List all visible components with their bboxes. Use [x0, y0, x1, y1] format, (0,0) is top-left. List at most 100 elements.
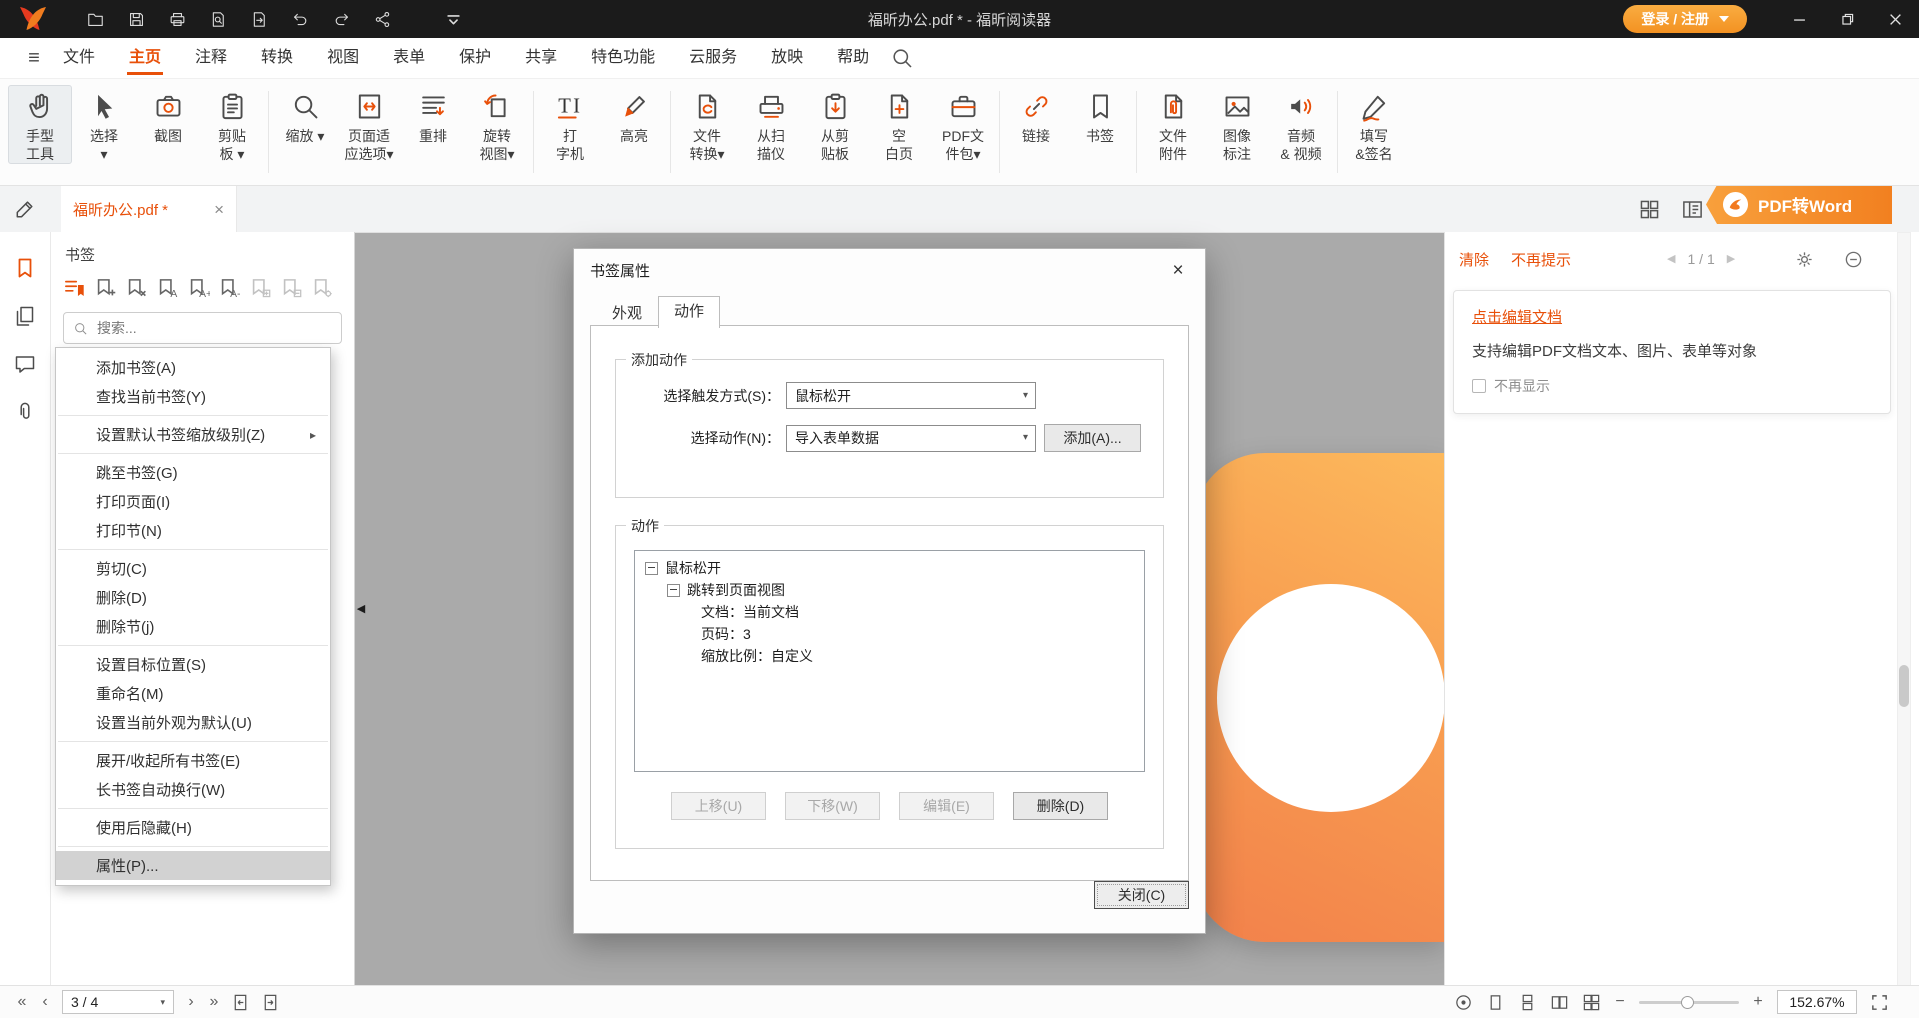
next-tip-icon[interactable]: ▶ [1727, 254, 1735, 265]
menu-file[interactable]: 文件 [46, 38, 112, 78]
reading-mode-icon[interactable] [1454, 993, 1473, 1012]
minimize-button[interactable] [1775, 0, 1823, 38]
dialog-close-icon[interactable]: × [1167, 261, 1189, 280]
menu-item-add-bookmark[interactable]: 添加书签(A) [56, 353, 330, 382]
menu-item-find-current-bookmark[interactable]: 查找当前书签(Y) [56, 382, 330, 411]
menu-item-rename[interactable]: 重命名(M) [56, 679, 330, 708]
ribbon-convert[interactable]: 文件转换▾ [675, 85, 739, 164]
menu-cloud[interactable]: 云服务 [672, 38, 754, 78]
menu-item-expand-collapse-all[interactable]: 展开/收起所有书签(E) [56, 746, 330, 775]
menu-item-set-appearance-default[interactable]: 设置当前外观为默认(U) [56, 708, 330, 737]
menu-form[interactable]: 表单 [376, 38, 442, 78]
undo-button[interactable] [283, 5, 317, 33]
menu-comment[interactable]: 注释 [178, 38, 244, 78]
bookmark-letter-plus-icon[interactable]: A+ [187, 277, 210, 300]
open-file-button[interactable] [78, 5, 112, 33]
zoom-slider-thumb[interactable] [1681, 996, 1694, 1009]
dialog-titlebar[interactable]: 书签属性 × [574, 249, 1205, 291]
share-button[interactable] [365, 5, 399, 33]
continuous-facing-icon[interactable] [1582, 993, 1601, 1012]
ribbon-hand-tool[interactable]: 手型工具 [8, 85, 72, 164]
dont-show-checkbox[interactable] [1472, 379, 1486, 393]
add-action-button[interactable]: 添加(A)... [1044, 424, 1141, 452]
hamburger-icon[interactable]: ≡ [22, 48, 46, 68]
caret-down-icon[interactable]: ▾ [160, 998, 165, 1007]
tree-item-document[interactable]: 文档：当前文档 [635, 601, 1144, 623]
close-dialog-button[interactable]: 关闭(C) [1094, 881, 1189, 909]
ribbon-select[interactable]: 选择▾ [72, 85, 136, 164]
zoom-level-input[interactable]: 152.67% [1777, 990, 1857, 1014]
vertical-scrollbar[interactable] [1897, 232, 1911, 986]
ribbon-blank-page[interactable]: 空白页 [867, 85, 931, 164]
zoom-in-button[interactable]: + [1752, 994, 1764, 1010]
menu-present[interactable]: 放映 [754, 38, 820, 78]
attachments-panel-icon[interactable] [13, 400, 37, 424]
zoom-slider[interactable] [1639, 1001, 1739, 1004]
print-button[interactable] [160, 5, 194, 33]
menu-item-print-page[interactable]: 打印页面(I) [56, 487, 330, 516]
continuous-page-icon[interactable] [1518, 993, 1537, 1012]
menu-item-default-zoom-level[interactable]: 设置默认书签缩放级别(Z)▸ [56, 420, 330, 449]
delete-action-button[interactable]: 删除(D) [1013, 792, 1108, 820]
move-up-button[interactable]: 上移(U) [671, 792, 766, 820]
grid-view-icon[interactable] [1638, 198, 1661, 221]
pdf-to-word-button[interactable]: PDF转Word [1706, 185, 1892, 224]
next-page-button[interactable]: › [185, 994, 197, 1010]
prev-tip-icon[interactable]: ◀ [1667, 254, 1675, 265]
bookmark-search-box[interactable] [63, 312, 342, 344]
ribbon-zoom[interactable]: 缩放 ▾ [273, 85, 337, 164]
action-select[interactable]: 导入表单数据 ▾ [786, 425, 1036, 452]
tree-item-goto-view[interactable]: 跳转到页面视图 [635, 579, 1144, 601]
move-down-button[interactable]: 下移(W) [785, 792, 880, 820]
bookmark-search-input[interactable] [95, 319, 332, 337]
menu-item-hide-after-use[interactable]: 使用后隐藏(H) [56, 813, 330, 842]
dont-show-option[interactable]: 不再显示 [1472, 376, 1872, 396]
ribbon-file-attachment[interactable]: 文件附件 [1141, 85, 1205, 164]
clear-link[interactable]: 清除 [1459, 249, 1489, 270]
delete-bookmark-icon[interactable] [125, 277, 148, 300]
tree-item-page[interactable]: 页码：3 [635, 623, 1144, 645]
redo-button[interactable] [324, 5, 358, 33]
document-tab[interactable]: 福昕办公.pdf * × [61, 186, 237, 232]
ribbon-audio-video[interactable]: 音频& 视频 [1269, 85, 1333, 164]
tab-actions[interactable]: 动作 [658, 296, 720, 328]
next-view-icon[interactable] [261, 993, 280, 1012]
ribbon-from-scanner[interactable]: 从扫描仪 [739, 85, 803, 164]
pencil-icon[interactable] [13, 197, 37, 221]
tree-item-zoom[interactable]: 缩放比例：自定义 [635, 645, 1144, 667]
scrollbar-thumb[interactable] [1899, 665, 1909, 707]
bookmarks-panel-icon[interactable] [13, 256, 37, 280]
menu-item-wrap-long-bookmarks[interactable]: 长书签自动换行(W) [56, 775, 330, 804]
prev-view-icon[interactable] [231, 993, 250, 1012]
ribbon-highlight[interactable]: 高亮 [602, 85, 666, 164]
edit-action-button[interactable]: 编辑(E) [899, 792, 994, 820]
collapse-expander-icon[interactable] [667, 584, 680, 597]
menu-view[interactable]: 视图 [310, 38, 376, 78]
tree-item-trigger[interactable]: 鼠标松开 [635, 557, 1144, 579]
ribbon-pdf-portfolio[interactable]: PDF文件包▾ [931, 85, 995, 164]
ribbon-link[interactable]: 链接 [1004, 85, 1068, 164]
menu-home[interactable]: 主页 [112, 38, 178, 78]
menu-item-delete-section[interactable]: 删除节(j) [56, 612, 330, 641]
collapse-bookmarks-icon[interactable] [280, 277, 303, 300]
login-button[interactable]: 登录 / 注册 [1623, 5, 1747, 33]
maximize-button[interactable] [1823, 0, 1871, 38]
export-button[interactable] [242, 5, 276, 33]
last-page-button[interactable]: » [208, 994, 220, 1010]
tab-appearance[interactable]: 外观 [596, 298, 658, 328]
menu-convert[interactable]: 转换 [244, 38, 310, 78]
menu-item-set-destination[interactable]: 设置目标位置(S) [56, 650, 330, 679]
facing-page-icon[interactable] [1550, 993, 1569, 1012]
print-preview-button[interactable] [201, 5, 235, 33]
first-page-button[interactable]: « [16, 994, 28, 1010]
menu-item-print-section[interactable]: 打印节(N) [56, 516, 330, 545]
bookmark-list-icon[interactable] [63, 277, 86, 300]
ribbon-image-annotation[interactable]: 图像标注 [1205, 85, 1269, 164]
close-button[interactable] [1871, 0, 1919, 38]
ribbon-bookmark[interactable]: 书签 [1068, 85, 1132, 164]
bookmark-settings-icon[interactable] [311, 277, 334, 300]
customize-toolbar-button[interactable] [436, 5, 470, 33]
ribbon-fill-sign[interactable]: 填写&签名 [1342, 85, 1406, 164]
menu-item-delete[interactable]: 删除(D) [56, 583, 330, 612]
ribbon-fit-page[interactable]: 页面适应选项▾ [337, 85, 401, 164]
